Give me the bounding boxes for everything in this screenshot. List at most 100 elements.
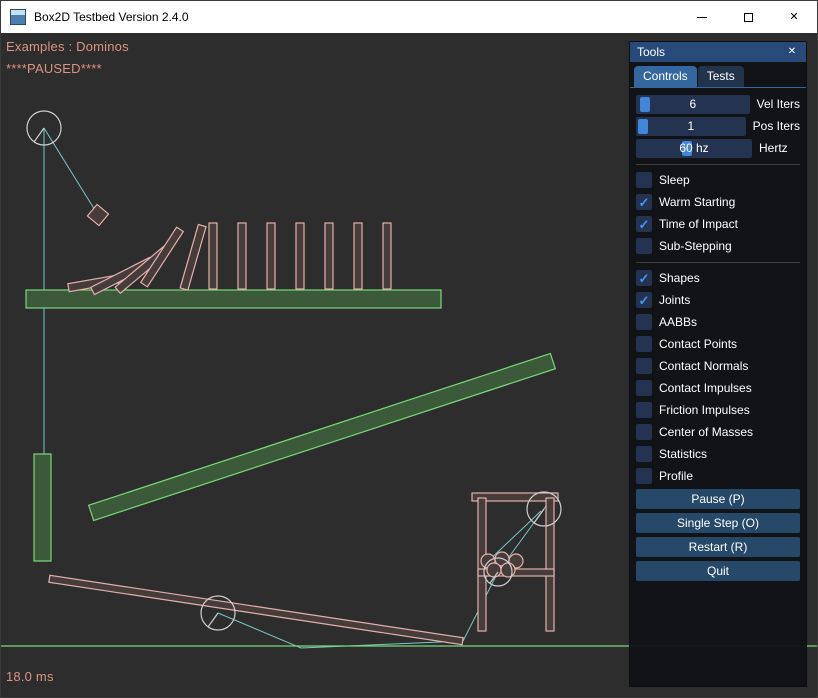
joint-pendulum xyxy=(44,128,98,215)
seesaw-plank[interactable] xyxy=(49,575,463,644)
domino-fallen[interactable] xyxy=(141,227,184,287)
tools-panel: Tools ✕ Controls Tests 6 Vel Iters xyxy=(629,41,807,687)
vel-iters-slider[interactable]: 6 xyxy=(636,95,750,114)
paused-status: ****PAUSED**** xyxy=(6,61,102,76)
checkbox-box: ✓ xyxy=(636,424,652,440)
checkbox-label: Warm Starting xyxy=(659,195,735,209)
frame-time: 18.0 ms xyxy=(6,669,54,684)
hertz-row: 60 hz Hertz xyxy=(636,138,800,158)
checkbox-box: ✓ xyxy=(636,446,652,462)
checkbox-warm-starting[interactable]: ✓ Warm Starting xyxy=(636,192,800,212)
vel-iters-value: 6 xyxy=(636,95,750,114)
checkbox-label: Contact Impulses xyxy=(659,381,752,395)
checkbox-box: ✓ xyxy=(636,468,652,484)
checkbox-label: Center of Masses xyxy=(659,425,753,439)
tools-panel-header[interactable]: Tools ✕ xyxy=(630,42,806,62)
checkbox-center-of-masses[interactable]: ✓ Center of Masses xyxy=(636,422,800,442)
checkbox-profile[interactable]: ✓ Profile xyxy=(636,466,800,486)
pivot-circle-axis xyxy=(34,128,44,142)
hertz-slider[interactable]: 60 hz xyxy=(636,139,752,158)
checkbox-sleep[interactable]: ✓ Sleep xyxy=(636,170,800,190)
tools-panel-body: 6 Vel Iters 1 Pos Iters 60 hz xyxy=(630,88,806,686)
checkbox-label: Sub-Stepping xyxy=(659,239,732,253)
domino[interactable] xyxy=(267,223,275,289)
checkbox-label: Shapes xyxy=(659,271,700,285)
checkbox-label: Contact Points xyxy=(659,337,737,351)
close-button[interactable]: ✕ xyxy=(771,1,817,33)
single-step-button[interactable]: Single Step (O) xyxy=(636,513,800,533)
ball[interactable] xyxy=(501,563,515,577)
checkbox-box: ✓ xyxy=(636,270,652,286)
checkbox-statistics[interactable]: ✓ Statistics xyxy=(636,444,800,464)
checkbox-box: ✓ xyxy=(636,238,652,254)
pos-iters-value: 1 xyxy=(636,117,746,136)
domino[interactable] xyxy=(354,223,362,289)
checkbox-label: AABBs xyxy=(659,315,697,329)
checkbox-sub-stepping[interactable]: ✓ Sub-Stepping xyxy=(636,236,800,256)
domino[interactable] xyxy=(209,223,217,289)
minimize-button[interactable] xyxy=(679,1,725,33)
dynamic-bodies[interactable] xyxy=(49,204,558,644)
checkbox-label: Statistics xyxy=(659,447,707,461)
checkbox-box: ✓ xyxy=(636,172,652,188)
minimize-icon xyxy=(697,17,707,18)
panel-close-icon[interactable]: ✕ xyxy=(785,45,799,59)
checkbox-label: Profile xyxy=(659,469,693,483)
checkbox-label: Sleep xyxy=(659,173,690,187)
checkbox-label: Time of Impact xyxy=(659,217,738,231)
domino[interactable] xyxy=(238,223,246,289)
checkbox-box: ✓ xyxy=(636,402,652,418)
vel-iters-row: 6 Vel Iters xyxy=(636,94,800,114)
quit-button[interactable]: Quit xyxy=(636,561,800,581)
checkbox-box: ✓ xyxy=(636,292,652,308)
titlebar[interactable]: Box2D Testbed Version 2.4.0 ✕ xyxy=(1,1,817,33)
checkbox-box: ✓ xyxy=(636,314,652,330)
hertz-label: Hertz xyxy=(759,141,788,155)
checkbox-label: Contact Normals xyxy=(659,359,748,373)
pause-button[interactable]: Pause (P) xyxy=(636,489,800,509)
pos-iters-slider[interactable]: 1 xyxy=(636,117,746,136)
restart-button[interactable]: Restart (R) xyxy=(636,537,800,557)
roller-circle-axis xyxy=(208,613,218,627)
checkbox-contact-points[interactable]: ✓ Contact Points xyxy=(636,334,800,354)
domino[interactable] xyxy=(325,223,333,289)
checkbox-time-of-impact[interactable]: ✓ Time of Impact xyxy=(636,214,800,234)
check-icon: ✓ xyxy=(639,294,650,307)
checkbox-contact-normals[interactable]: ✓ Contact Normals xyxy=(636,356,800,376)
checkbox-friction-impulses[interactable]: ✓ Friction Impulses xyxy=(636,400,800,420)
checkbox-box: ✓ xyxy=(636,358,652,374)
check-icon: ✓ xyxy=(639,196,650,209)
tab-tests[interactable]: Tests xyxy=(698,66,744,87)
separator xyxy=(636,262,800,263)
checkbox-aabbs[interactable]: ✓ AABBs xyxy=(636,312,800,332)
checkbox-box: ✓ xyxy=(636,216,652,232)
example-title: Examples : Dominos xyxy=(6,39,129,54)
separator xyxy=(636,164,800,165)
domino[interactable] xyxy=(296,223,304,289)
checkbox-joints[interactable]: ✓ Joints xyxy=(636,290,800,310)
checkbox-shapes[interactable]: ✓ Shapes xyxy=(636,268,800,288)
ball[interactable] xyxy=(487,563,501,577)
pendulum-bob[interactable] xyxy=(87,204,108,225)
simulation-canvas[interactable]: Examples : Dominos ****PAUSED**** 18.0 m… xyxy=(1,33,817,697)
pos-iters-row: 1 Pos Iters xyxy=(636,116,800,136)
domino-leaning[interactable] xyxy=(180,224,206,290)
maximize-button[interactable] xyxy=(725,1,771,33)
tab-controls[interactable]: Controls xyxy=(634,66,697,87)
frame-right-post[interactable] xyxy=(546,498,554,631)
panel-title: Tools xyxy=(637,45,665,59)
tools-tabbar: Controls Tests xyxy=(630,62,806,88)
close-icon: ✕ xyxy=(789,12,798,23)
checkbox-contact-impulses[interactable]: ✓ Contact Impulses xyxy=(636,378,800,398)
vel-iters-label: Vel Iters xyxy=(757,97,800,111)
check-icon: ✓ xyxy=(639,272,650,285)
app-icon xyxy=(10,9,26,25)
checkbox-label: Joints xyxy=(659,293,690,307)
maximize-icon xyxy=(744,13,753,22)
window-controls: ✕ xyxy=(679,1,817,33)
hertz-value: 60 hz xyxy=(636,139,752,158)
pos-iters-label: Pos Iters xyxy=(753,119,800,133)
checkbox-box: ✓ xyxy=(636,380,652,396)
domino[interactable] xyxy=(383,223,391,289)
checkbox-label: Friction Impulses xyxy=(659,403,750,417)
